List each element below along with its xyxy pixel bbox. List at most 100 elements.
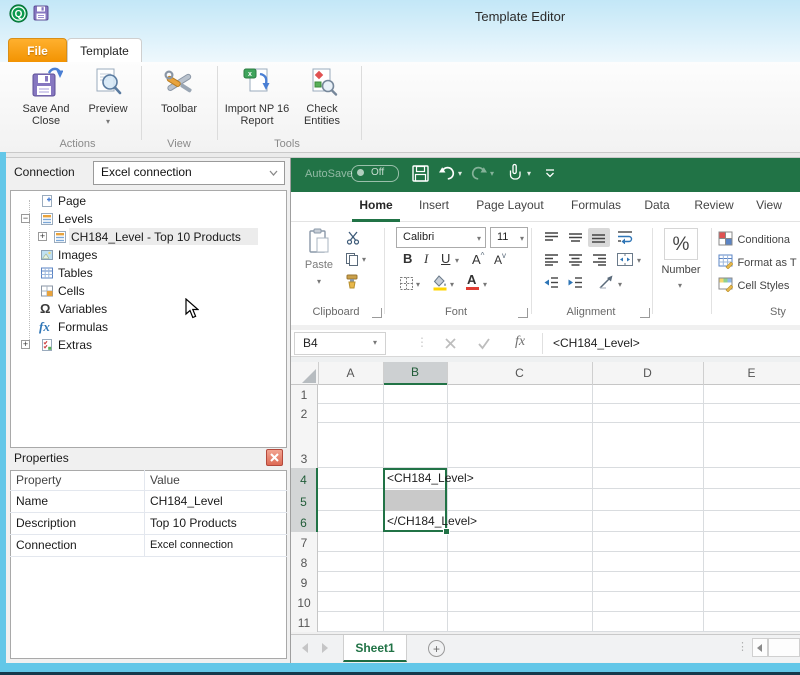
quick-save-icon[interactable]: [412, 165, 429, 182]
expand-toggle[interactable]: +: [21, 340, 30, 349]
column-header-d[interactable]: D: [592, 362, 703, 385]
paste-button[interactable]: Paste ▾: [300, 228, 338, 294]
row-header-11[interactable]: 11: [291, 612, 318, 632]
enter-entry-icon[interactable]: [477, 337, 491, 350]
next-sheet-icon[interactable]: [322, 643, 328, 653]
np-tab-file[interactable]: File: [8, 38, 67, 63]
undo-dropdown-icon[interactable]: ▾: [458, 169, 462, 178]
add-sheet-button[interactable]: +: [428, 640, 445, 657]
insert-function-icon[interactable]: fx: [515, 334, 525, 350]
preview-button[interactable]: Preview ▾: [82, 66, 134, 138]
borders-dropdown-icon[interactable]: ▾: [416, 280, 420, 289]
cancel-entry-icon[interactable]: [444, 337, 457, 350]
prev-sheet-icon[interactable]: [302, 643, 308, 653]
touch-mode-dropdown-icon[interactable]: ▾: [527, 169, 531, 178]
excel-tab-review[interactable]: Review: [694, 198, 733, 212]
row-header-5[interactable]: 5: [291, 489, 318, 511]
align-middle-icon[interactable]: [567, 231, 584, 244]
excel-tab-data[interactable]: Data: [644, 198, 669, 212]
row-header-9[interactable]: 9: [291, 572, 318, 592]
copy-dropdown-icon[interactable]: ▾: [362, 255, 366, 264]
italic-button[interactable]: I: [424, 251, 428, 267]
align-right-icon[interactable]: [591, 253, 608, 266]
save-and-close-button[interactable]: Save And Close: [14, 66, 78, 138]
autosave-toggle[interactable]: Off: [351, 165, 399, 182]
redo-icon[interactable]: [470, 164, 488, 181]
property-connection-value[interactable]: Excel connection: [150, 535, 233, 556]
redo-dropdown-icon[interactable]: ▾: [490, 169, 494, 178]
font-name-select[interactable]: Calibri ▾: [396, 227, 486, 248]
percent-style-button[interactable]: %: [664, 228, 698, 260]
wrap-text-icon[interactable]: [616, 229, 634, 244]
clipboard-dialog-launcher[interactable]: [372, 308, 382, 318]
import-np16-report-button[interactable]: x Import NP 16 Report: [224, 66, 290, 138]
merge-center-icon[interactable]: [616, 252, 634, 267]
font-dialog-launcher[interactable]: [518, 308, 528, 318]
row-header-3[interactable]: 3: [291, 423, 318, 468]
fill-handle[interactable]: [443, 528, 450, 535]
drag-handle-icon[interactable]: ⋮: [416, 335, 428, 349]
alignment-dialog-launcher[interactable]: [640, 308, 650, 318]
check-entities-button[interactable]: Check Entities: [294, 66, 350, 138]
underline-dropdown-icon[interactable]: ▾: [455, 256, 459, 265]
column-header-b[interactable]: B: [383, 362, 447, 385]
properties-close-button[interactable]: [266, 449, 283, 466]
connection-select[interactable]: Excel connection: [93, 161, 285, 185]
number-dropdown-icon[interactable]: ▾: [678, 281, 682, 290]
sheetbar-resize-icon[interactable]: ⋮: [737, 640, 748, 653]
excel-tab-home[interactable]: Home: [359, 198, 392, 212]
np-tab-template[interactable]: Template: [67, 38, 142, 63]
formula-input[interactable]: <CH184_Level>: [553, 336, 640, 350]
font-size-select[interactable]: 11 ▾: [490, 227, 528, 248]
fill-color-dropdown-icon[interactable]: ▾: [450, 280, 454, 289]
name-box-dropdown-icon[interactable]: ▾: [373, 338, 377, 347]
hscroll-thumb[interactable]: [768, 638, 800, 657]
row-header-10[interactable]: 10: [291, 592, 318, 612]
cell-b4[interactable]: <CH184_Level>: [387, 471, 474, 485]
column-header-c[interactable]: C: [447, 362, 592, 385]
copy-icon[interactable]: [345, 252, 359, 266]
sheet-tab-sheet1[interactable]: Sheet1: [343, 635, 407, 662]
orientation-dropdown-icon[interactable]: ▾: [618, 280, 622, 289]
paste-dropdown-icon[interactable]: ▾: [317, 277, 321, 286]
hscroll-left-button[interactable]: [752, 638, 768, 657]
excel-tab-view[interactable]: View: [756, 198, 782, 212]
column-header-e[interactable]: E: [703, 362, 800, 385]
property-name-value[interactable]: CH184_Level: [150, 491, 223, 512]
customize-toolbar-icon[interactable]: [545, 169, 555, 178]
excel-tab-insert[interactable]: Insert: [419, 198, 449, 212]
column-header-a[interactable]: A: [318, 362, 383, 385]
touch-mode-icon[interactable]: [506, 162, 523, 181]
preview-dropdown-icon[interactable]: ▾: [106, 117, 110, 126]
align-left-icon[interactable]: [543, 253, 560, 266]
format-as-table-button[interactable]: Format as T: [718, 253, 797, 271]
borders-icon[interactable]: [399, 276, 414, 291]
cut-icon[interactable]: [346, 231, 360, 245]
bold-button[interactable]: B: [403, 251, 412, 266]
font-color-button[interactable]: A: [467, 272, 476, 287]
fill-color-icon[interactable]: [432, 274, 448, 291]
row-header-7[interactable]: 7: [291, 532, 318, 552]
collapse-toggle[interactable]: −: [21, 214, 30, 223]
row-header-4[interactable]: 4: [291, 468, 318, 489]
conditional-formatting-button[interactable]: Conditiona: [718, 230, 790, 248]
save-icon[interactable]: [33, 5, 49, 21]
row-header-6[interactable]: 6: [291, 511, 318, 532]
row-header-1[interactable]: 1: [291, 385, 318, 404]
font-color-dropdown-icon[interactable]: ▾: [483, 280, 487, 289]
underline-button[interactable]: U: [441, 251, 450, 266]
excel-tab-formulas[interactable]: Formulas: [571, 198, 621, 212]
increase-font-button[interactable]: A^: [472, 251, 484, 267]
merge-dropdown-icon[interactable]: ▾: [637, 256, 641, 265]
number-group-button[interactable]: Number: [656, 264, 706, 276]
align-bottom-selected[interactable]: [588, 228, 610, 247]
orientation-icon[interactable]: [598, 275, 614, 290]
cell-styles-button[interactable]: Cell Styles: [718, 276, 789, 294]
decrease-font-button[interactable]: Av: [494, 251, 506, 267]
cell-b6[interactable]: </CH184_Level>: [387, 514, 477, 528]
row-header-2[interactable]: 2: [291, 404, 318, 423]
excel-tab-page-layout[interactable]: Page Layout: [476, 198, 543, 212]
name-box[interactable]: B4 ▾: [294, 332, 386, 355]
align-center-icon[interactable]: [567, 253, 584, 266]
expand-toggle[interactable]: +: [38, 232, 47, 241]
